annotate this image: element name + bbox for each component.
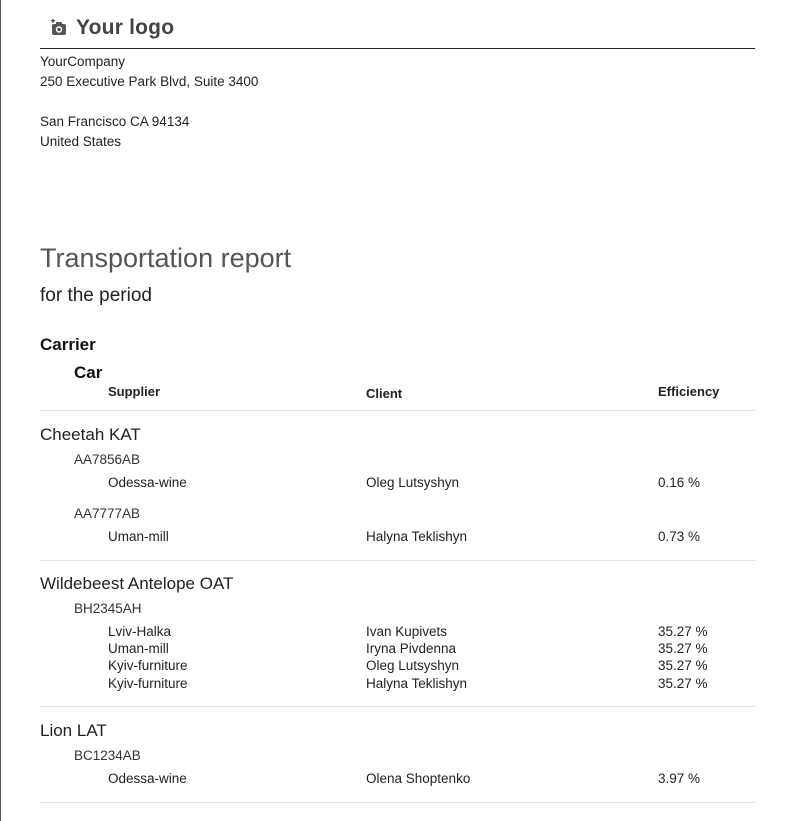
efficiency-cell: 35.27 % — [658, 676, 708, 691]
header-carrier: Carrier — [40, 335, 96, 354]
supplier-cell: Odessa-wine — [108, 475, 187, 490]
efficiency-cell: 3.97 % — [658, 771, 701, 786]
section-rule — [40, 706, 755, 707]
header-rule — [40, 410, 755, 411]
company-logo: Your logo — [50, 16, 174, 40]
page-left-border — [0, 0, 1, 821]
car-plate: BH2345AH — [74, 601, 142, 616]
client-cell: Ivan Kupivets — [366, 624, 448, 639]
supplier-cell: Uman-mill — [108, 529, 169, 544]
efficiency-cell: 0.16 % — [658, 475, 701, 490]
client-cell: Oleg Lutsyshyn — [366, 475, 460, 490]
header-car: Car — [74, 363, 103, 382]
company-address: YourCompany 250 Executive Park Blvd, Sui… — [40, 52, 258, 152]
header-supplier: Supplier — [108, 384, 161, 399]
client-cell: Olena Shoptenko — [366, 771, 471, 786]
supplier-cell: Odessa-wine — [108, 771, 187, 786]
supplier-cell: Kyiv-furniture — [108, 658, 188, 673]
header-efficiency: Efficiency — [658, 384, 720, 399]
logo-text: Your logo — [76, 16, 175, 39]
carrier-name: Lion LAT — [40, 721, 107, 740]
company-name: YourCompany — [40, 54, 126, 69]
camera-icon — [51, 19, 66, 35]
section-rule — [40, 560, 755, 561]
report-title: Transportation report — [40, 243, 292, 273]
car-plate: AA7856AB — [74, 452, 141, 467]
client-cell: Halyna Teklishyn — [366, 676, 468, 691]
report-subtitle: for the period — [40, 285, 152, 306]
section-rule — [40, 802, 755, 803]
supplier-cell: Kyiv-furniture — [108, 676, 188, 691]
efficiency-cell: 35.27 % — [658, 641, 708, 656]
efficiency-cell: 0.73 % — [658, 529, 701, 544]
company-country: United States — [40, 134, 122, 149]
supplier-cell: Uman-mill — [108, 641, 169, 656]
company-street: 250 Executive Park Blvd, Suite 3400 — [40, 74, 259, 89]
header-client: Client — [366, 386, 403, 401]
carrier-name: Cheetah KAT — [40, 425, 141, 444]
company-city: San Francisco CA 94134 — [40, 114, 190, 129]
carrier-name: Wildebeest Antelope OAT — [40, 574, 234, 593]
client-cell: Oleg Lutsyshyn — [366, 658, 460, 673]
header-divider — [40, 48, 755, 49]
client-cell: Halyna Teklishyn — [366, 529, 468, 544]
car-plate: BC1234AB — [74, 748, 141, 763]
efficiency-cell: 35.27 % — [658, 658, 708, 673]
client-cell: Iryna Pivdenna — [366, 641, 457, 656]
car-plate: AA7777AB — [74, 506, 141, 521]
efficiency-cell: 35.27 % — [658, 624, 708, 639]
supplier-cell: Lviv-Halka — [108, 624, 172, 639]
